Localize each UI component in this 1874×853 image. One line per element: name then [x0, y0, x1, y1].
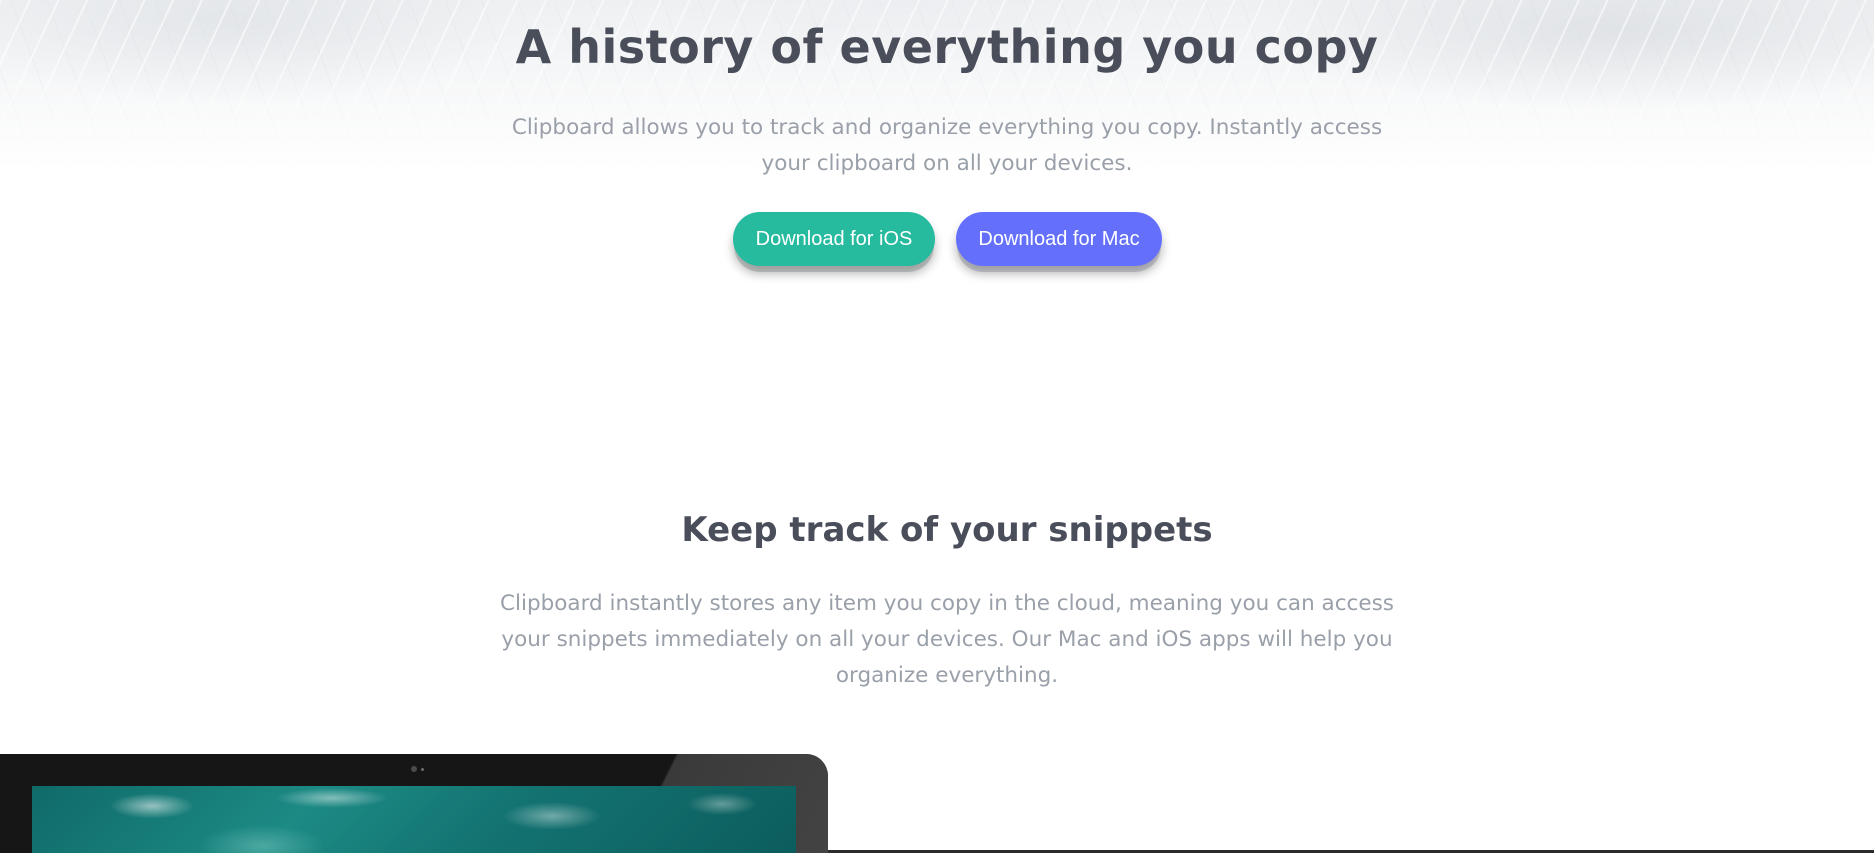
- camera-light-icon: [421, 768, 424, 771]
- imac-screen-ocean-wallpaper: [32, 786, 796, 853]
- landing-page: A history of everything you copy Clipboa…: [0, 0, 1874, 853]
- snippets-description: Clipboard instantly stores any item you …: [500, 591, 1394, 688]
- snippets-title: Keep track of your snippets: [681, 510, 1213, 550]
- download-mac-button[interactable]: Download for Mac: [956, 212, 1162, 266]
- camera-icon: [411, 766, 417, 772]
- imac-mockup-image: [0, 754, 828, 853]
- download-ios-button[interactable]: Download for iOS: [733, 212, 935, 266]
- hero-description: Clipboard allows you to track and organi…: [511, 115, 1383, 176]
- hero-title: A history of everything you copy: [515, 20, 1379, 74]
